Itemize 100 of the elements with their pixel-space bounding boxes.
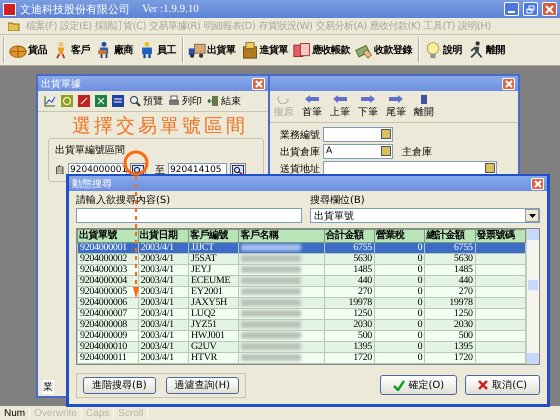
table-cell: 440 bbox=[458, 276, 473, 286]
search-label: 請輸入欲搜尋內容(S) bbox=[76, 194, 172, 207]
table-row[interactable]: 9204000010 2003/4/1 G2UV 1395 0 1395 bbox=[78, 342, 526, 352]
blurred-name bbox=[241, 288, 302, 296]
input-field[interactable] bbox=[323, 127, 393, 142]
table-cell: 0 bbox=[418, 332, 422, 340]
table-cell: 0 bbox=[418, 342, 422, 352]
blurred-name bbox=[241, 299, 302, 306]
table-cell: 1395 bbox=[353, 342, 372, 352]
table-cell: 2003/4/1 bbox=[140, 320, 174, 330]
blurred-name bbox=[241, 255, 302, 262]
dialog-button[interactable]: 進階搜尋(B) bbox=[83, 376, 156, 394]
table-cell: 9204000009 bbox=[80, 332, 128, 340]
table-row[interactable]: 9204000009 2003/4/1 HWJ001 500 0 500 bbox=[78, 330, 526, 342]
table-cell: 9204000003 bbox=[80, 266, 128, 274]
toolbar-button[interactable]: 收款登錄 bbox=[353, 38, 414, 62]
table-cell: J5SAT bbox=[191, 254, 216, 264]
toolbar-button[interactable]: 客戶 bbox=[50, 38, 92, 62]
window-title: 文迪科技股份有限公司 bbox=[20, 2, 130, 16]
record-nav-button[interactable]: 離開 bbox=[414, 94, 434, 119]
table-cell: 6755 bbox=[454, 244, 473, 252]
table-row[interactable]: 9204000011 2003/4/1 HTVR 1720 0 1720 bbox=[78, 352, 526, 364]
column-header[interactable]: 客戶名稱 bbox=[238, 230, 324, 242]
table-cell: 9204000007 bbox=[80, 310, 128, 318]
table-cell: 5630 bbox=[454, 254, 473, 264]
documents-icon bbox=[293, 41, 311, 59]
toolbar-button[interactable]: 說明 bbox=[422, 38, 464, 62]
table-row[interactable]: 9204000006 2003/4/1 JAXY5H 19978 0 19978 bbox=[78, 298, 526, 308]
toolbar-button[interactable]: 結束 bbox=[207, 94, 241, 108]
table-row[interactable]: 9204000007 2003/4/1 LUQ2 1250 0 1250 bbox=[78, 308, 526, 320]
printer-icon bbox=[168, 95, 180, 107]
exit-door-icon bbox=[207, 95, 219, 107]
field-label: 出貨倉庫 bbox=[280, 146, 320, 158]
table-cell: 0 bbox=[418, 288, 422, 296]
table-row[interactable]: 9204000003 2003/4/1 JEYJ 1485 0 1485 bbox=[78, 264, 526, 276]
record-nav-button[interactable]: 首筆 bbox=[302, 94, 322, 119]
table-cell: 2003/4/1 bbox=[140, 310, 174, 318]
toolbar-button[interactable]: 離開 bbox=[465, 38, 507, 62]
toolbar-button[interactable]: 員工 bbox=[136, 38, 178, 62]
table-cell: JEYJ bbox=[191, 266, 211, 274]
scrollbar[interactable] bbox=[526, 229, 539, 364]
field-label: 業 bbox=[42, 380, 54, 394]
table-row[interactable]: 9204000005 2003/4/1 EY2001 270 0 270 bbox=[78, 286, 526, 298]
table-row[interactable]: 9204000008 2003/4/1 JYZ51 2030 0 2030 bbox=[78, 320, 526, 330]
table-cell: 2003/4/1 bbox=[140, 288, 174, 296]
toolbar-button[interactable]: 出貨單 bbox=[186, 38, 238, 62]
table-cell: 2003/4/1 bbox=[140, 244, 174, 252]
column-header[interactable]: 發票號碼 bbox=[475, 230, 526, 242]
toolbar-button[interactable]: 預覽 bbox=[129, 94, 163, 108]
search-column-dropdown[interactable]: 出貨單號 bbox=[310, 208, 540, 223]
column-header[interactable]: 出貨單號 bbox=[78, 230, 138, 242]
truck-icon bbox=[188, 41, 206, 59]
blurred-name bbox=[241, 343, 302, 350]
search-field[interactable] bbox=[76, 208, 302, 223]
table-cell: JYZ51 bbox=[191, 320, 217, 330]
record-nav-button[interactable]: 尾筆 bbox=[386, 94, 406, 119]
dialog-button[interactable]: 過濾查詢(H) bbox=[166, 376, 239, 394]
column-header[interactable]: 合計金額 bbox=[324, 230, 375, 242]
toolbar-button[interactable]: 進貨單 bbox=[238, 38, 290, 62]
table-cell: 500 bbox=[358, 332, 372, 340]
restore-button[interactable] bbox=[523, 2, 538, 16]
table-cell: 440 bbox=[358, 276, 372, 286]
record-nav-button[interactable]: 上筆 bbox=[330, 94, 350, 119]
column-header[interactable]: 客戶編號 bbox=[188, 230, 239, 242]
table-cell: 0 bbox=[418, 310, 422, 318]
toolbar-button[interactable]: 貨品 bbox=[7, 38, 49, 62]
table-cell: ECEUME bbox=[191, 276, 230, 286]
close-button[interactable] bbox=[542, 2, 557, 16]
input-field[interactable]: A bbox=[323, 144, 393, 159]
column-header[interactable]: 出貨日期 bbox=[138, 230, 188, 242]
table-cell: G2UV bbox=[191, 342, 216, 352]
toolbar-button[interactable]: 應收帳款 bbox=[291, 38, 352, 62]
table-cell: 0 bbox=[418, 276, 422, 286]
field-label: 業務編號 bbox=[280, 128, 320, 142]
folder-icon bbox=[8, 21, 20, 31]
chart-icon[interactable] bbox=[44, 95, 56, 107]
status-indicator: Num bbox=[0, 408, 30, 418]
table-cell: 9204000011 bbox=[80, 354, 127, 362]
minimize-button[interactable] bbox=[504, 2, 519, 16]
table-row[interactable]: 9204000001 2003/4/1 JJJCT 6755 0 6755 bbox=[78, 242, 526, 254]
table-row[interactable]: 9204000002 2003/4/1 J5SAT 5630 0 5630 bbox=[78, 254, 526, 264]
toolbar-button[interactable]: 列印 bbox=[168, 94, 202, 108]
cancel-button[interactable]: 取消(C) bbox=[465, 375, 540, 395]
ok-button[interactable]: 確定(O) bbox=[380, 375, 458, 395]
table-cell: 2030 bbox=[353, 320, 372, 330]
table-cell: 2003/4/1 bbox=[140, 354, 174, 362]
table-row[interactable]: 9204000004 2003/4/1 ECEUME 440 0 440 bbox=[78, 276, 526, 286]
document-icon[interactable] bbox=[112, 95, 124, 107]
preview-icon bbox=[129, 95, 141, 107]
lightbulb-icon bbox=[424, 41, 442, 59]
column-header[interactable]: 營業稅 bbox=[374, 230, 425, 242]
record-nav-button[interactable]: 下筆 bbox=[358, 94, 378, 119]
table-cell: 2003/4/1 bbox=[140, 266, 174, 274]
close-button[interactable] bbox=[531, 178, 544, 190]
close-button[interactable] bbox=[502, 78, 515, 90]
close-button[interactable] bbox=[252, 78, 265, 90]
column-header[interactable]: 總計金額 bbox=[424, 230, 476, 242]
spreadsheet-icon[interactable] bbox=[95, 95, 107, 107]
blurred-name bbox=[241, 332, 302, 340]
toolbar-button[interactable]: 廠商 bbox=[93, 38, 135, 62]
